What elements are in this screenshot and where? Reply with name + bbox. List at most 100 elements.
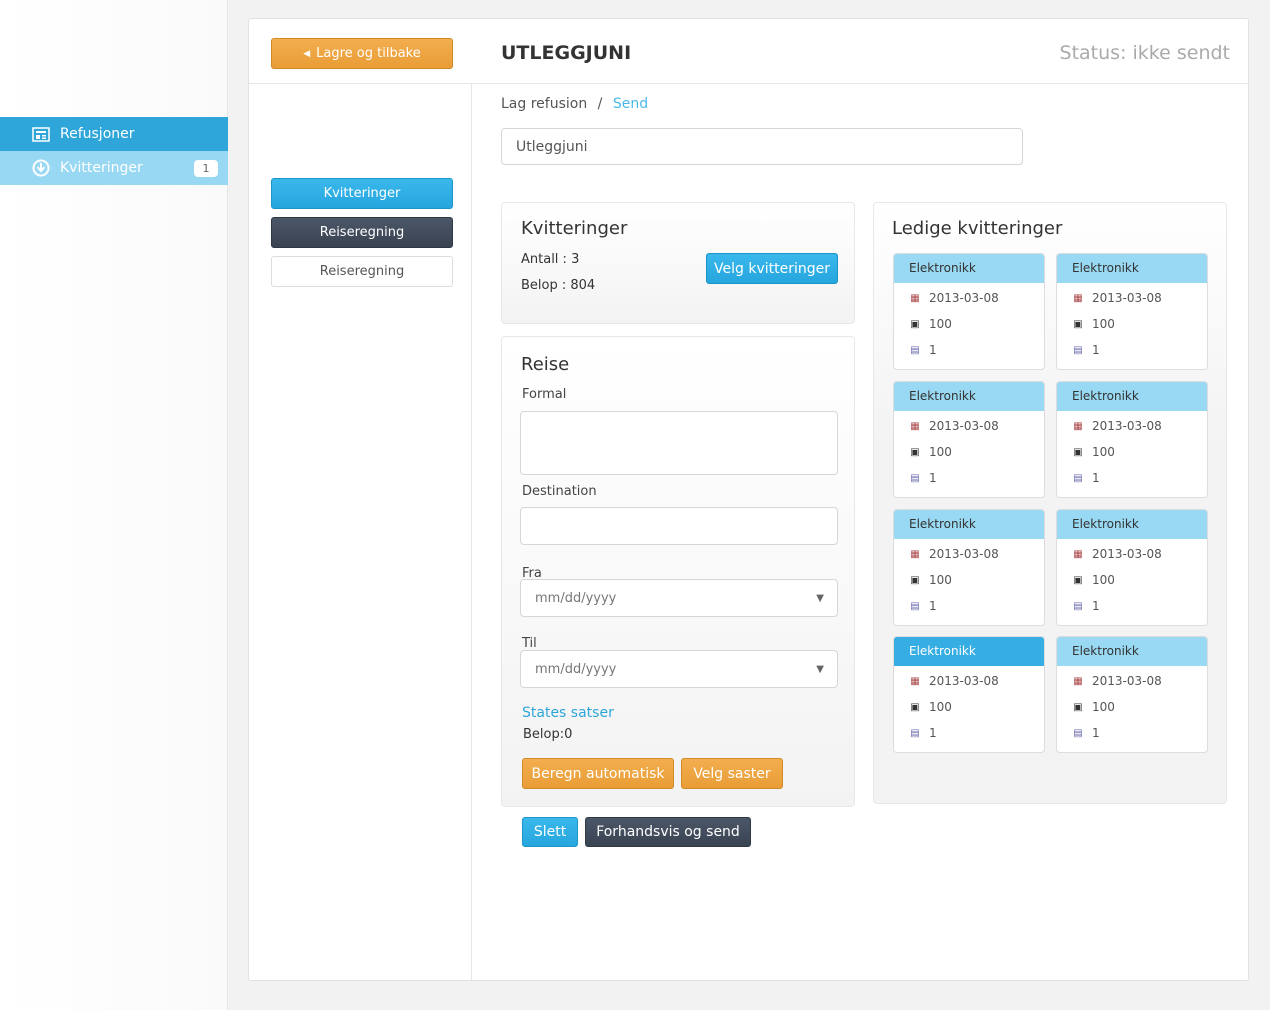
menu-reiseregning-button[interactable]: Reiseregning [271,217,453,248]
receipt-card[interactable]: Elektronikk ▦ 2013-03-08 ▣ 100 ▤ 1 [893,636,1045,753]
reise-box: Reise Formal Destination Fra mm/dd/yyyy ▼… [501,336,855,807]
calendar-icon: ▦ [910,548,920,560]
document-icon: ▤ [910,600,920,612]
calendar-icon: ▦ [1073,420,1083,432]
newspaper-icon [32,126,50,142]
belop-text: Belop : 804 [521,278,596,293]
caret-left-icon: ◀ [303,48,311,59]
receipt-card[interactable]: Elektronikk ▦ 2013-03-08 ▣ 100 ▤ 1 [893,253,1045,370]
receipt-card[interactable]: Elektronikk ▦ 2013-03-08 ▣ 100 ▤ 1 [1056,381,1208,498]
document-icon: ▤ [910,472,920,484]
calendar-icon: ▦ [910,292,920,304]
document-icon: ▤ [1073,472,1083,484]
reise-title: Reise [521,354,570,375]
card-count: 1 [1092,343,1100,357]
money-icon: ▣ [1073,574,1083,586]
card-count: 1 [929,471,937,485]
card-amount: 100 [929,573,952,587]
calendar-icon: ▦ [910,675,920,687]
card-category: Elektronikk [1057,254,1207,283]
menu-reiseregning-outline-button[interactable]: Reiseregning [271,256,453,287]
document-icon: ▤ [910,727,920,739]
money-icon: ▣ [1073,446,1083,458]
receipt-card[interactable]: Elektronikk ▦ 2013-03-08 ▣ 100 ▤ 1 [1056,253,1208,370]
card-count: 1 [929,726,937,740]
card-category: Elektronikk [1057,637,1207,666]
receipt-card[interactable]: Elektronikk ▦ 2013-03-08 ▣ 100 ▤ 1 [893,509,1045,626]
formal-textarea[interactable] [520,411,838,475]
sidebar: Refusjoner Kvitteringer 1 [0,0,228,1010]
forhandsvis-og-send-button[interactable]: Forhandsvis og send [585,817,751,847]
slett-button[interactable]: Slett [522,817,578,847]
card-amount: 100 [1092,317,1115,331]
card-date: 2013-03-08 [929,547,999,561]
receipt-card[interactable]: Elektronikk ▦ 2013-03-08 ▣ 100 ▤ 1 [893,381,1045,498]
destination-input[interactable] [520,507,838,545]
kvitteringer-title: Kvitteringer [521,218,628,239]
card-category: Elektronikk [894,510,1044,539]
sidebar-item-label: Refusjoner [60,126,135,142]
calendar-icon: ▦ [1073,548,1083,560]
page-title: UTLEGGJUNI [501,42,632,64]
breadcrumb-separator: / [597,96,603,112]
sidebar-item-label: Kvitteringer [60,160,143,176]
money-icon: ▣ [1073,701,1083,713]
column-divider [471,84,472,980]
card-category: Elektronikk [894,637,1044,666]
money-icon: ▣ [910,701,920,713]
card-category: Elektronikk [894,254,1044,283]
states-satser-link[interactable]: States satser [522,705,614,721]
document-icon: ▤ [910,344,920,356]
dropdown-arrow-icon[interactable]: ▼ [816,593,824,604]
card-amount: 100 [929,700,952,714]
card-amount: 100 [929,317,952,331]
ledige-kvitteringer-box: Ledige kvitteringer Elektronikk ▦ 2013-03… [873,202,1227,804]
ledige-title: Ledige kvitteringer [892,218,1063,239]
money-icon: ▣ [910,318,920,330]
card-date: 2013-03-08 [1092,674,1162,688]
til-date-input[interactable]: mm/dd/yyyy ▼ [520,650,838,688]
card-date: 2013-03-08 [929,291,999,305]
receipt-card[interactable]: Elektronikk ▦ 2013-03-08 ▣ 100 ▤ 1 [1056,636,1208,753]
card-count: 1 [929,599,937,613]
fra-date-input[interactable]: mm/dd/yyyy ▼ [520,579,838,617]
header-divider [249,83,1248,84]
status-text: Status: ikke sendt [1059,42,1230,64]
card-count: 1 [1092,726,1100,740]
document-icon: ▤ [1073,600,1083,612]
card-category: Elektronikk [1057,382,1207,411]
document-icon: ▤ [1073,344,1083,356]
receipt-card[interactable]: Elektronikk ▦ 2013-03-08 ▣ 100 ▤ 1 [1056,509,1208,626]
destination-label: Destination [522,484,597,499]
formal-label: Formal [522,387,567,402]
card-date: 2013-03-08 [1092,547,1162,561]
card-category: Elektronikk [1057,510,1207,539]
card-count: 1 [1092,471,1100,485]
sidebar-item-kvitteringer[interactable]: Kvitteringer 1 [0,151,228,185]
reise-belop-text: Belop:0 [523,727,573,742]
card-amount: 100 [1092,573,1115,587]
velg-kvitteringer-button[interactable]: Velg kvitteringer [706,253,838,284]
beregn-automatisk-button[interactable]: Beregn automatisk [522,758,674,789]
calendar-icon: ▦ [910,420,920,432]
til-label: Til [522,636,537,651]
menu-kvitteringer-button[interactable]: Kvitteringer [271,178,453,209]
download-circle-icon [32,159,50,177]
card-count: 1 [929,343,937,357]
name-input[interactable]: Utleggjuni [501,128,1023,165]
antall-text: Antall : 3 [521,252,580,267]
card-date: 2013-03-08 [929,419,999,433]
breadcrumb: Lag refusion / Send [501,96,648,112]
breadcrumb-current: Send [612,96,649,112]
save-and-back-button[interactable]: ◀ Lagre og tilbake [271,38,453,69]
breadcrumb-parent[interactable]: Lag refusion [501,96,587,112]
sidebar-item-refusjoner[interactable]: Refusjoner [0,117,228,151]
money-icon: ▣ [1073,318,1083,330]
card-amount: 100 [929,445,952,459]
money-icon: ▣ [910,446,920,458]
card-amount: 100 [1092,700,1115,714]
velg-saster-button[interactable]: Velg saster [681,758,783,789]
kvitteringer-box: Kvitteringer Antall : 3 Belop : 804 Velg… [501,202,855,324]
card-date: 2013-03-08 [929,674,999,688]
dropdown-arrow-icon[interactable]: ▼ [816,664,824,675]
